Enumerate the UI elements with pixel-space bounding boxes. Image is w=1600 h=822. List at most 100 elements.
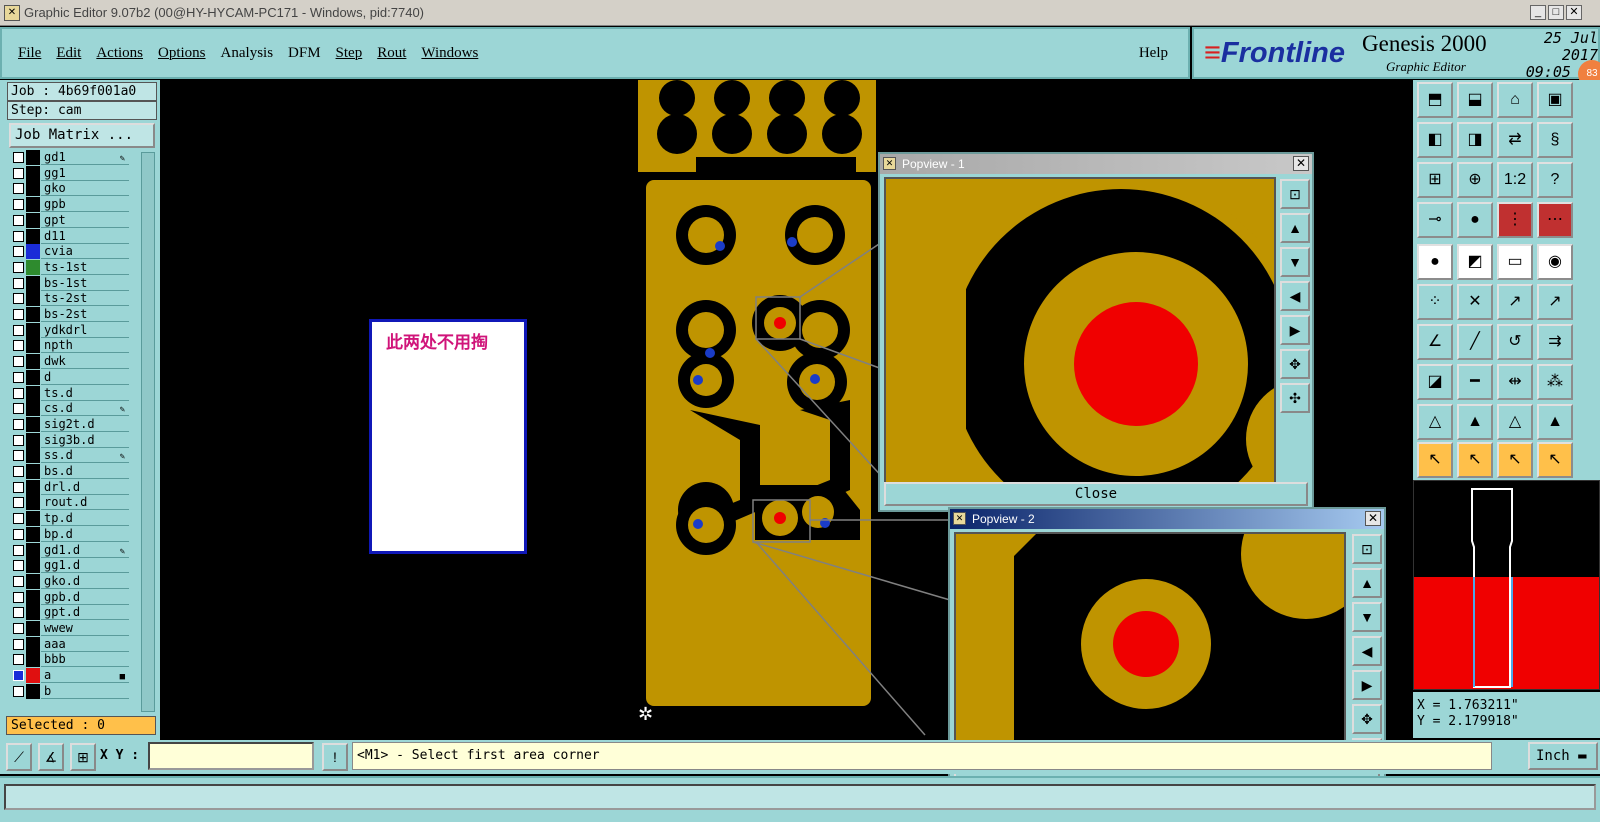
- layer-row[interactable]: sig2t.d: [9, 416, 130, 433]
- layer-color-swatch[interactable]: [26, 291, 40, 307]
- layer-color-swatch[interactable]: [26, 636, 40, 652]
- minimize-button[interactable]: _: [1530, 5, 1546, 20]
- layer-row[interactable]: gg1: [9, 165, 130, 182]
- pan-left-icon[interactable]: ◧: [1417, 122, 1453, 158]
- select-arrow-icon[interactable]: ↖: [1417, 442, 1453, 478]
- layer-color-swatch[interactable]: [26, 212, 40, 228]
- layer-row[interactable]: gpt.d: [9, 605, 130, 621]
- layer-color-swatch[interactable]: [26, 275, 40, 291]
- layer-color-swatch[interactable]: [26, 322, 40, 338]
- layer-row[interactable]: npth: [9, 338, 130, 354]
- layer-checkbox[interactable]: [13, 434, 24, 446]
- layer-color-swatch[interactable]: [26, 244, 40, 260]
- center-icon[interactable]: ⊕: [1457, 162, 1493, 198]
- layer-color-swatch[interactable]: [26, 621, 40, 636]
- menu-dfm[interactable]: DFM: [288, 45, 321, 62]
- overview-minimap[interactable]: [1413, 480, 1600, 690]
- menu-help[interactable]: Help: [1139, 45, 1168, 62]
- pan-right-icon[interactable]: ◨: [1457, 122, 1493, 158]
- pan-down-icon[interactable]: ▼: [1280, 247, 1310, 277]
- pan-right-icon[interactable]: ▶: [1352, 670, 1382, 700]
- layer-color-swatch[interactable]: [26, 401, 40, 417]
- layer-color-swatch[interactable]: [26, 150, 40, 165]
- unit-selector[interactable]: Inch ▬: [1528, 742, 1598, 770]
- align-icon[interactable]: ⇉: [1537, 324, 1573, 360]
- popview-1-window[interactable]: ✕ Popview - 1 ✕ ⊡ ▲ ▼ ◀ ▶ ✥ ✣ Close: [878, 152, 1314, 512]
- snap-icon[interactable]: ⊸: [1417, 202, 1453, 238]
- layer-checkbox[interactable]: [13, 152, 24, 163]
- triangle-move-icon[interactable]: △: [1497, 404, 1533, 440]
- layer-name[interactable]: bbb: [41, 652, 129, 668]
- layer-color-swatch[interactable]: [26, 369, 40, 385]
- layer-row[interactable]: aaa: [9, 636, 130, 653]
- layer-color-swatch[interactable]: [26, 385, 40, 401]
- layer-name[interactable]: gpb.d: [41, 589, 129, 605]
- layer-name[interactable]: wwew: [41, 621, 129, 636]
- layer-row[interactable]: gpb.d: [9, 589, 130, 606]
- layer-color-swatch[interactable]: [26, 464, 40, 479]
- popview-1-close-button[interactable]: Close: [884, 482, 1308, 506]
- layer-checkbox[interactable]: [13, 214, 24, 226]
- layer-color-swatch[interactable]: [26, 165, 40, 181]
- layer-row[interactable]: a ■: [9, 668, 130, 684]
- job-matrix-button[interactable]: Job Matrix ...: [9, 123, 155, 148]
- layer-name[interactable]: drl.d: [41, 479, 129, 495]
- layer-checkbox[interactable]: [13, 466, 24, 477]
- net-highlight-icon[interactable]: ⋮: [1497, 202, 1533, 238]
- layer-row[interactable]: tp.d: [9, 511, 130, 527]
- snap-mode-icon[interactable]: ⟋: [6, 743, 32, 771]
- layer-color-swatch[interactable]: [26, 479, 40, 495]
- layer-checkbox[interactable]: [13, 528, 24, 540]
- copy-pad-icon[interactable]: ↗: [1537, 284, 1573, 320]
- menu-windows[interactable]: Windows: [421, 45, 478, 62]
- angle-line-icon[interactable]: ∠: [1417, 324, 1453, 360]
- layer-name[interactable]: bs-1st: [41, 275, 129, 291]
- popview-1-close-icon[interactable]: ✕: [1293, 156, 1309, 171]
- layer-color-swatch[interactable]: [26, 495, 40, 511]
- layer-checkbox[interactable]: [13, 481, 24, 493]
- layer-name[interactable]: ts-1st: [41, 259, 129, 275]
- layer-row[interactable]: sig3b.d: [9, 432, 130, 449]
- layer-checkbox[interactable]: [13, 418, 24, 430]
- layer-row[interactable]: bbb: [9, 652, 130, 668]
- layer-checkbox[interactable]: [13, 654, 24, 666]
- popview-2-close-icon[interactable]: ✕: [1365, 511, 1381, 526]
- layer-checkbox[interactable]: [13, 607, 24, 619]
- layer-checkbox[interactable]: [13, 340, 24, 352]
- layer-name[interactable]: d: [41, 369, 129, 385]
- layer-row[interactable]: b: [9, 683, 130, 700]
- layer-color-swatch[interactable]: [26, 259, 40, 275]
- layer-row[interactable]: ss.d ✎: [9, 448, 130, 464]
- layer-checkbox[interactable]: [13, 199, 24, 211]
- layer-row[interactable]: d: [9, 369, 130, 386]
- layer-row[interactable]: d11: [9, 228, 130, 245]
- layer-color-swatch[interactable]: [26, 432, 40, 448]
- zoom-in-icon[interactable]: ✥: [1352, 704, 1382, 734]
- layer-row[interactable]: ts-2st: [9, 291, 130, 307]
- warning-icon[interactable]: !: [322, 743, 348, 771]
- resize-icon[interactable]: ◪: [1417, 364, 1453, 400]
- layer-name[interactable]: ss.d ✎: [41, 448, 129, 464]
- layer-row[interactable]: dwk: [9, 354, 130, 370]
- ruler-icon[interactable]: ▭: [1497, 244, 1533, 280]
- layer-checkbox[interactable]: [13, 371, 24, 383]
- layer-color-swatch[interactable]: [26, 542, 40, 558]
- layer-row[interactable]: cs.d ✎: [9, 401, 130, 417]
- layer-name[interactable]: tp.d: [41, 511, 129, 527]
- layer-row[interactable]: bs-2st: [9, 307, 130, 323]
- layer-name[interactable]: cs.d ✎: [41, 401, 129, 417]
- mirror-icon[interactable]: ⇹: [1497, 364, 1533, 400]
- layer-color-swatch[interactable]: [26, 307, 40, 322]
- layer-row[interactable]: ydkdrl: [9, 322, 130, 339]
- layer-color-swatch[interactable]: [26, 228, 40, 244]
- zoom-home-icon[interactable]: ⬒: [1417, 82, 1453, 118]
- layer-name[interactable]: bp.d: [41, 526, 129, 542]
- layer-name[interactable]: gd1 ✎: [41, 150, 129, 165]
- triangle-up-icon[interactable]: ▲: [1457, 404, 1493, 440]
- pan-left-icon[interactable]: ◀: [1352, 636, 1382, 666]
- layer-color-swatch[interactable]: [26, 683, 40, 699]
- arc-icon[interactable]: ↺: [1497, 324, 1533, 360]
- layer-row[interactable]: bs.d: [9, 464, 130, 480]
- menu-edit[interactable]: Edit: [56, 45, 81, 62]
- layer-checkbox[interactable]: [13, 293, 24, 305]
